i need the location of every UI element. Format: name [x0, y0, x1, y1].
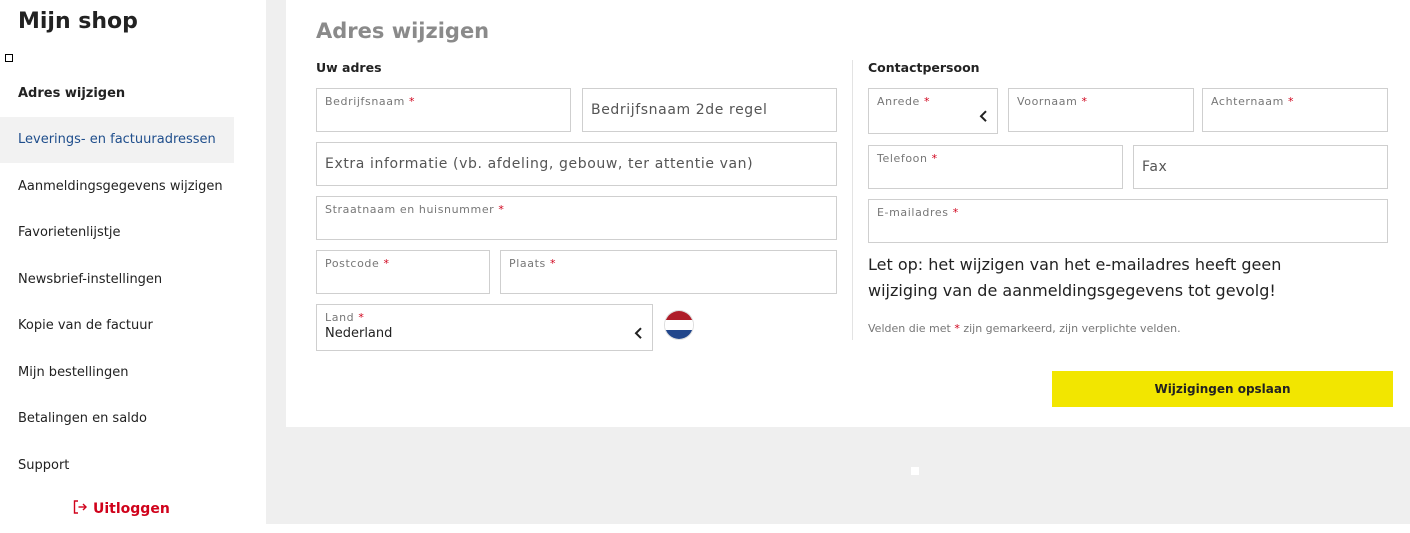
chevron-left-icon — [634, 324, 644, 343]
logout-link[interactable]: Uitloggen — [72, 499, 170, 519]
sidebar-item-leverings-factuuradressen[interactable]: Leverings- en factuuradressen — [0, 116, 234, 163]
lastname-label-text: Achternaam — [1211, 95, 1284, 108]
sidebar-item-support[interactable]: Support — [0, 442, 234, 489]
email-field[interactable]: E-mailadres * — [868, 199, 1388, 243]
white-dot — [911, 467, 919, 475]
required-marker: * — [1288, 95, 1295, 108]
save-changes-button[interactable]: Wijzigingen opslaan — [1052, 371, 1393, 407]
required-marker: * — [358, 311, 365, 324]
sidebar-item-betalingen[interactable]: Betalingen en saldo — [0, 396, 234, 443]
phone-label-text: Telefoon — [877, 152, 928, 165]
country-label: Land * — [325, 311, 364, 324]
email-label: E-mailadres * — [877, 206, 959, 219]
required-fields-note: Velden die met * zijn gemarkeerd, zijn v… — [868, 322, 1181, 335]
company2-placeholder: Bedrijfsnaam 2de regel — [591, 102, 768, 118]
fax-placeholder: Fax — [1142, 159, 1168, 175]
extra-info-placeholder: Extra informatie (vb. afdeling, gebouw, … — [325, 156, 754, 172]
firstname-label-text: Voornaam — [1017, 95, 1078, 108]
sidebar: Mijn shop Adres wijzigen Leverings- en f… — [0, 0, 266, 533]
required-marker: * — [924, 95, 931, 108]
sidebar-item-aanmeldingsgegevens[interactable]: Aanmeldingsgegevens wijzigen — [0, 163, 234, 210]
salutation-label: Anrede * — [877, 95, 930, 108]
salutation-label-text: Anrede — [877, 95, 920, 108]
contact-heading: Contactpersoon — [868, 60, 980, 75]
required-marker: * — [409, 95, 416, 108]
lastname-label: Achternaam * — [1211, 95, 1294, 108]
required-marker: * — [1081, 95, 1088, 108]
required-marker: * — [931, 152, 938, 165]
phone-field[interactable]: Telefoon * — [868, 145, 1123, 189]
sidebar-item-kopie-factuur[interactable]: Kopie van de factuur — [0, 303, 234, 350]
postcode-label: Postcode * — [325, 257, 390, 270]
required-marker: * — [952, 206, 959, 219]
country-label-text: Land — [325, 311, 355, 324]
extra-info-field[interactable]: Extra informatie (vb. afdeling, gebouw, … — [316, 142, 837, 186]
city-field[interactable]: Plaats * — [500, 250, 837, 294]
city-label: Plaats * — [509, 257, 556, 270]
street-label-text: Straatnaam en huisnummer — [325, 203, 495, 216]
phone-label: Telefoon * — [877, 152, 938, 165]
address-heading: Uw adres — [316, 60, 382, 75]
page-title: Adres wijzigen — [316, 19, 490, 43]
city-label-text: Plaats — [509, 257, 546, 270]
salutation-select[interactable]: Anrede * — [868, 88, 998, 134]
sidebar-item-adres-wijzigen[interactable]: Adres wijzigen — [0, 70, 234, 117]
required-marker: * — [549, 257, 557, 270]
sidebar-item-bestellingen[interactable]: Mijn bestellingen — [0, 349, 234, 396]
country-value: Nederland — [325, 326, 393, 341]
postcode-field[interactable]: Postcode * — [316, 250, 490, 294]
required-marker: * — [954, 322, 960, 335]
small-checkbox[interactable] — [5, 54, 13, 62]
required-note-before: Velden die met — [868, 322, 951, 335]
company-field[interactable]: Bedrijfsnaam * — [316, 88, 571, 132]
fax-field[interactable]: Fax — [1133, 145, 1388, 189]
sidebar-item-newsbrief[interactable]: Newsbrief-instellingen — [0, 256, 234, 303]
company-label-text: Bedrijfsnaam — [325, 95, 405, 108]
logout-label: Uitloggen — [93, 501, 170, 517]
company-label: Bedrijfsnaam * — [325, 95, 415, 108]
postcode-label-text: Postcode — [325, 257, 380, 270]
firstname-label: Voornaam * — [1017, 95, 1088, 108]
sidebar-nav: Adres wijzigen Leverings- en factuuradre… — [0, 70, 234, 489]
lastname-field[interactable]: Achternaam * — [1202, 88, 1388, 132]
required-marker: * — [383, 257, 390, 270]
email-label-text: E-mailadres — [877, 206, 949, 219]
firstname-field[interactable]: Voornaam * — [1008, 88, 1194, 132]
email-change-notice: Let op: het wijzigen van het e-mailadres… — [868, 255, 1282, 300]
country-select[interactable]: Land * Nederland — [316, 304, 653, 351]
logout-icon — [72, 499, 88, 519]
company2-field[interactable]: Bedrijfsnaam 2de regel — [582, 88, 837, 132]
street-label: Straatnaam en huisnummer * — [325, 203, 505, 216]
street-field[interactable]: Straatnaam en huisnummer * — [316, 196, 837, 240]
shop-title: Mijn shop — [18, 9, 138, 34]
column-divider — [852, 60, 853, 340]
chevron-left-icon — [979, 107, 989, 126]
required-note-after: zijn gemarkeerd, zijn verplichte velden. — [963, 322, 1181, 335]
required-marker: * — [498, 203, 505, 216]
sidebar-item-favorietenlijstje[interactable]: Favorietenlijstje — [0, 210, 234, 257]
netherlands-flag-icon — [664, 310, 694, 340]
